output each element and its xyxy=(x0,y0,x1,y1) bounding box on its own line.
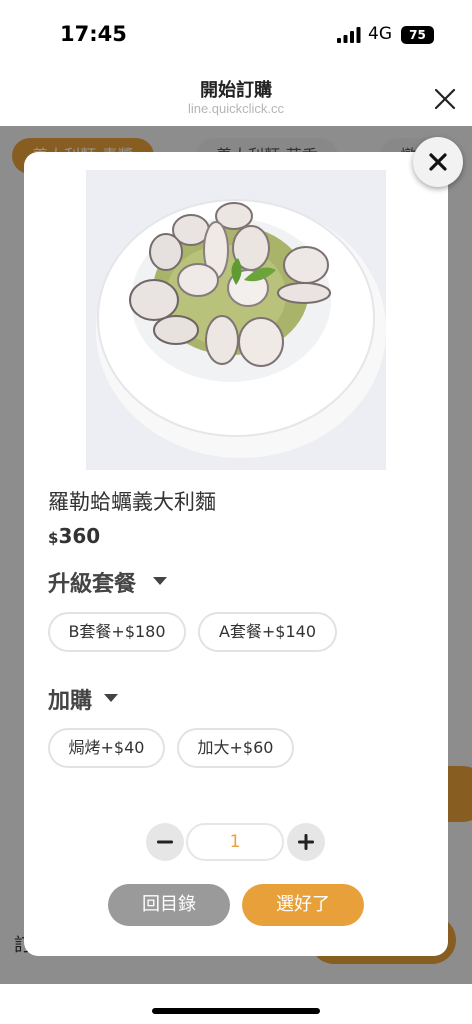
quantity-decrease-button[interactable] xyxy=(146,823,184,861)
upgrade-section-title[interactable]: 升級套餐 xyxy=(48,566,136,598)
page-url: line.quickclick.cc xyxy=(187,101,285,116)
dish-photo xyxy=(86,170,386,470)
battery-icon: 75 xyxy=(401,26,434,44)
quantity-input[interactable]: 1 xyxy=(186,823,284,861)
status-time: 17:45 xyxy=(60,22,127,46)
minus-icon xyxy=(157,840,173,844)
caret-down-icon[interactable] xyxy=(104,694,118,702)
option-large-size[interactable]: 加大+$60 xyxy=(177,728,294,768)
close-browser-icon[interactable] xyxy=(432,86,458,112)
browser-header: 開始訂購 line.quickclick.cc xyxy=(0,66,472,126)
dish-name: 羅勒蛤蠣義大利麵 xyxy=(48,490,216,514)
dish-detail-modal: 羅勒蛤蠣義大利麵 $360 升級套餐 B套餐+$180 A套餐+$140 加購 … xyxy=(24,152,448,956)
addon-section-title[interactable]: 加購 xyxy=(48,683,92,715)
option-set-b[interactable]: B套餐+$180 xyxy=(48,612,186,652)
back-to-menu-button[interactable]: 回目錄 xyxy=(108,884,230,926)
caret-down-icon[interactable] xyxy=(153,577,167,585)
plus-icon xyxy=(298,834,314,850)
page-title: 開始訂購 xyxy=(200,80,272,101)
cellular-signal-icon xyxy=(337,27,361,43)
home-indicator[interactable] xyxy=(152,1008,320,1014)
close-icon xyxy=(429,153,447,171)
network-type: 4G xyxy=(368,24,392,44)
price-currency: $ xyxy=(48,529,59,547)
dish-price: $360 xyxy=(48,524,100,548)
option-baked-cheese[interactable]: 焗烤+$40 xyxy=(48,728,165,768)
home-area xyxy=(0,984,472,1024)
clam-pasta-illustration xyxy=(86,170,386,470)
close-modal-button[interactable] xyxy=(413,137,463,187)
confirm-selection-button[interactable]: 選好了 xyxy=(242,884,364,926)
price-amount: 360 xyxy=(58,524,101,548)
quantity-increase-button[interactable] xyxy=(287,823,325,861)
option-set-a[interactable]: A套餐+$140 xyxy=(198,612,337,652)
status-bar: 17:45 4G 75 xyxy=(0,0,472,66)
